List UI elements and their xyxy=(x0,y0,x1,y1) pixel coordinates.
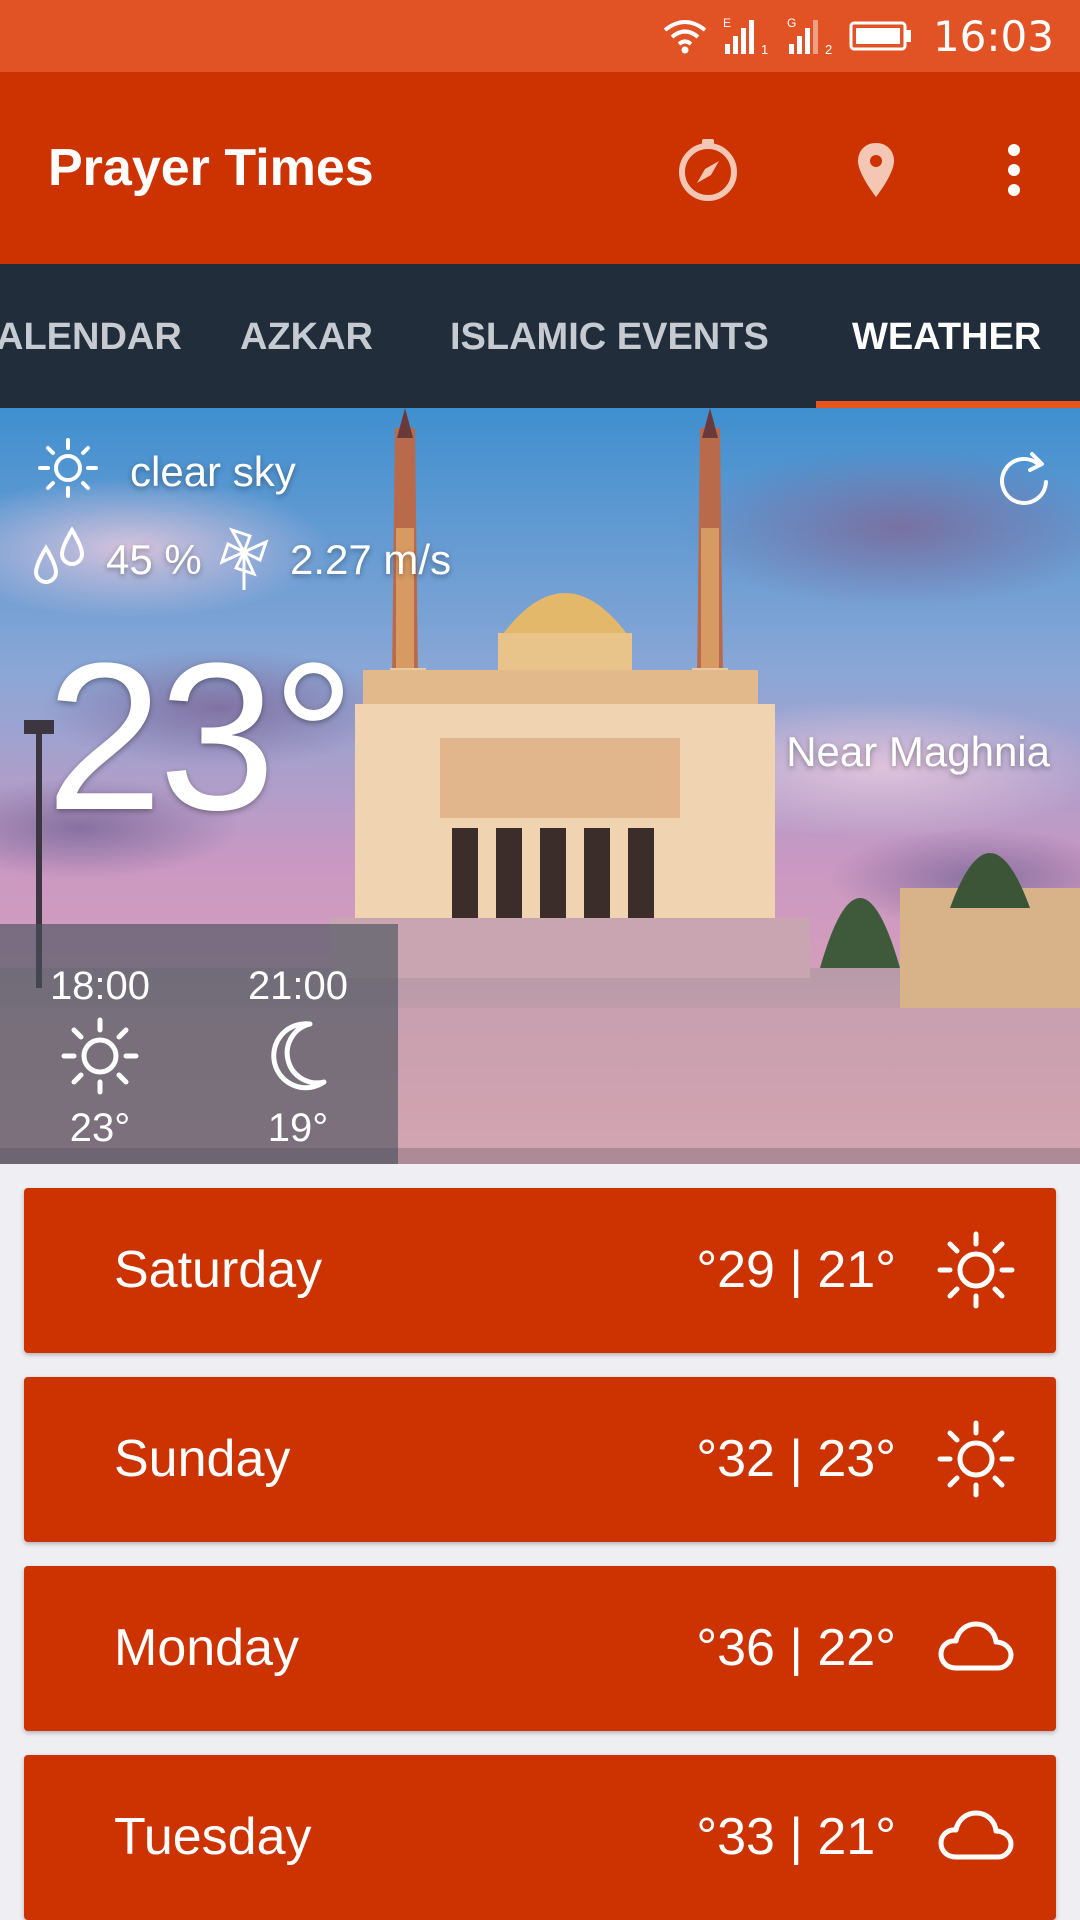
forecast-temps: °32 | 23° xyxy=(696,1430,896,1488)
wind-speed-value: 2.27 m/s xyxy=(290,536,452,583)
signal-2-network-label: G xyxy=(787,16,796,30)
signal-1-icon: E 1 xyxy=(723,16,768,56)
forecast-card-tuesday[interactable]: Tuesday °33 | 21° xyxy=(24,1755,1056,1920)
signal-2-icon: G 2 xyxy=(787,16,832,56)
tab-bar: ALENDAR AZKAR ISLAMIC EVENTS WEATHER xyxy=(0,264,1080,408)
compass-button[interactable] xyxy=(668,130,748,210)
forecast-day: Tuesday xyxy=(114,1808,312,1866)
signal-1-network-label: E xyxy=(723,16,731,30)
condition-sun-icon xyxy=(38,438,98,498)
forecast-day: Sunday xyxy=(114,1430,291,1488)
tab-calendar[interactable]: ALENDAR xyxy=(0,264,182,408)
hourly-item: 18:00 23° xyxy=(20,924,180,1164)
status-bar: E 1 G 2 16:03 xyxy=(0,0,1080,72)
hourly-forecast-panel: 18:00 23° 21:00 19° xyxy=(0,924,398,1164)
app-bar: Prayer Times xyxy=(0,72,1080,264)
refresh-icon[interactable] xyxy=(998,450,1052,508)
hourly-time: 18:00 xyxy=(49,964,151,1008)
hourly-time: 21:00 xyxy=(247,964,349,1008)
location-name[interactable]: Near Maghnia xyxy=(786,728,1050,776)
forecast-card-sunday[interactable]: Sunday °32 | 23° xyxy=(24,1377,1056,1542)
location-button[interactable] xyxy=(836,130,916,210)
weather-hero: clear sky 45 % 2.27 m/s 23° Near Maghnia… xyxy=(0,408,1080,1164)
app-title: Prayer Times xyxy=(48,139,374,197)
daily-forecast-list: Saturday °29 | 21° Sunday °32 | 23° Mond… xyxy=(24,1188,1056,1920)
forecast-card-monday[interactable]: Monday °36 | 22° xyxy=(24,1566,1056,1731)
active-tab-indicator xyxy=(816,401,1080,408)
tab-azkar[interactable]: AZKAR xyxy=(240,264,373,408)
signal-2-sim-label: 2 xyxy=(825,42,832,56)
more-vert-icon xyxy=(1008,144,1020,196)
status-time: 16:03 xyxy=(932,11,1054,61)
forecast-day: Monday xyxy=(114,1619,299,1677)
battery-icon xyxy=(849,21,911,51)
signal-1-sim-label: 1 xyxy=(761,42,768,56)
forecast-day: Saturday xyxy=(114,1241,323,1299)
hourly-temp: 23° xyxy=(69,1106,131,1150)
status-icons: E 1 G 2 16:03 xyxy=(663,10,1054,62)
tab-weather[interactable]: WEATHER xyxy=(852,264,1041,408)
cloud-icon xyxy=(938,1810,1014,1860)
compass-icon xyxy=(679,139,737,201)
tab-islamic-events[interactable]: ISLAMIC EVENTS xyxy=(450,264,769,408)
more-options-button[interactable] xyxy=(974,130,1054,210)
sun-icon xyxy=(937,1231,1015,1309)
cloud-icon xyxy=(938,1621,1014,1671)
wifi-icon xyxy=(663,20,707,54)
pinwheel-icon xyxy=(219,527,269,590)
sun-icon xyxy=(937,1420,1015,1498)
forecast-temps: °29 | 21° xyxy=(696,1241,896,1299)
sun-icon xyxy=(61,1017,139,1095)
forecast-temps: °36 | 22° xyxy=(696,1619,896,1677)
location-pin-icon xyxy=(858,143,894,197)
weather-condition: clear sky xyxy=(130,448,296,495)
hourly-temp: 19° xyxy=(267,1106,329,1150)
raindrops-icon xyxy=(33,526,85,585)
moon-icon xyxy=(271,1021,327,1091)
forecast-card-saturday[interactable]: Saturday °29 | 21° xyxy=(24,1188,1056,1353)
humidity-value: 45 % xyxy=(106,536,202,583)
current-temperature: 23° xyxy=(46,619,356,854)
hourly-item: 21:00 19° xyxy=(218,924,378,1164)
forecast-temps: °33 | 21° xyxy=(696,1808,896,1866)
